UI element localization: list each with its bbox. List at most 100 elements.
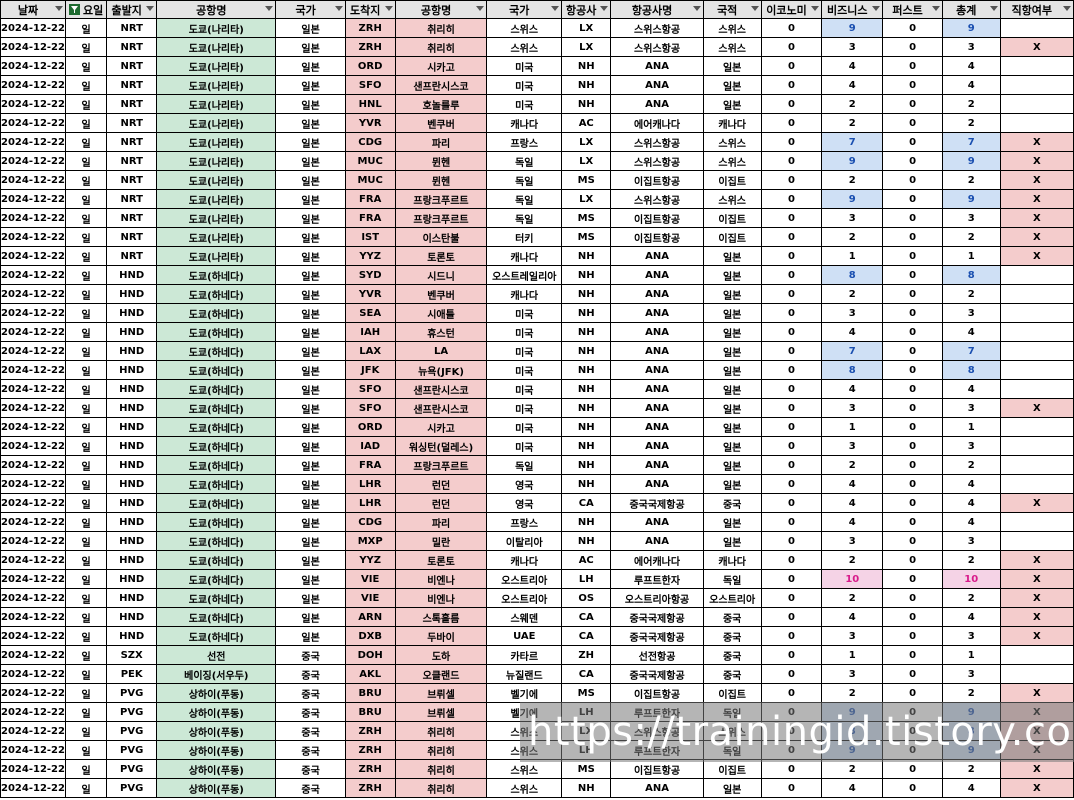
cell-total[interactable]: 2 xyxy=(941,170,1001,190)
cell-airline-name[interactable]: 스위스항공 xyxy=(610,132,704,152)
cell-nationality[interactable]: 중국 xyxy=(702,645,762,665)
cell-business[interactable]: 4 xyxy=(821,56,884,76)
cell-economy[interactable]: 0 xyxy=(760,455,823,475)
cell-airline[interactable]: LX xyxy=(561,189,612,209)
cell-airline-name[interactable]: 선전항공 xyxy=(610,645,704,665)
cell-departure[interactable]: NRT xyxy=(106,170,158,190)
cell-departure[interactable]: HND xyxy=(106,341,158,361)
cell-departure-airport-name[interactable]: 도쿄(나리타) xyxy=(156,170,277,190)
cell-departure-country[interactable]: 일본 xyxy=(275,37,346,57)
cell-arrival-airport-name[interactable]: 취리히 xyxy=(394,721,488,741)
cell-economy[interactable]: 0 xyxy=(760,550,823,570)
col-header-airline-name[interactable]: 항공사명 xyxy=(610,0,704,19)
cell-airline[interactable]: NH xyxy=(561,512,612,532)
cell-total[interactable]: 2 xyxy=(941,227,1001,247)
cell-dow[interactable]: 일 xyxy=(64,493,108,513)
cell-nationality[interactable]: 스위스 xyxy=(702,189,762,209)
cell-airline-name[interactable]: 중국국제항공 xyxy=(610,664,704,684)
cell-first[interactable]: 0 xyxy=(882,607,943,627)
cell-nationality[interactable]: 이집트 xyxy=(702,759,762,779)
cell-departure[interactable]: PVG xyxy=(106,683,158,703)
cell-departure-airport-name[interactable]: 도쿄(하네다) xyxy=(156,493,277,513)
cell-arrival[interactable]: BRU xyxy=(344,683,396,703)
filter-dropdown-icon[interactable] xyxy=(872,5,881,13)
cell-dow[interactable]: 일 xyxy=(64,284,108,304)
cell-nationality[interactable]: 스위스 xyxy=(702,151,762,171)
cell-departure-country[interactable]: 일본 xyxy=(275,550,346,570)
cell-arrival[interactable]: CDG xyxy=(344,512,396,532)
cell-departure-country[interactable]: 일본 xyxy=(275,94,346,114)
cell-arrival-country[interactable]: 미국 xyxy=(486,341,563,361)
cell-departure-country[interactable]: 일본 xyxy=(275,56,346,76)
cell-arrival[interactable]: YVR xyxy=(344,113,396,133)
col-header-business[interactable]: 비즈니스 xyxy=(821,0,884,19)
cell-dow[interactable]: 일 xyxy=(64,246,108,266)
cell-airline[interactable]: NH xyxy=(561,455,612,475)
cell-date[interactable]: 2024-12-22 xyxy=(0,284,66,304)
cell-economy[interactable]: 0 xyxy=(760,208,823,228)
cell-date[interactable]: 2024-12-22 xyxy=(0,208,66,228)
cell-departure-airport-name[interactable]: 도쿄(나리타) xyxy=(156,208,277,228)
cell-economy[interactable]: 0 xyxy=(760,778,823,798)
cell-arrival-country[interactable]: 오스트리아 xyxy=(486,588,563,608)
cell-airline-name[interactable]: ANA xyxy=(610,379,704,399)
cell-direct[interactable]: X xyxy=(999,493,1074,513)
cell-arrival-airport-name[interactable]: 스톡홀름 xyxy=(394,607,488,627)
cell-departure-airport-name[interactable]: 도쿄(하네다) xyxy=(156,512,277,532)
cell-arrival[interactable]: MUC xyxy=(344,151,396,171)
cell-economy[interactable]: 0 xyxy=(760,75,823,95)
cell-direct[interactable]: X xyxy=(999,778,1074,798)
cell-first[interactable]: 0 xyxy=(882,18,943,38)
cell-arrival[interactable]: IST xyxy=(344,227,396,247)
cell-economy[interactable]: 0 xyxy=(760,645,823,665)
cell-airline[interactable]: ZH xyxy=(561,645,612,665)
cell-dow[interactable]: 일 xyxy=(64,227,108,247)
cell-date[interactable]: 2024-12-22 xyxy=(0,303,66,323)
filter-dropdown-icon[interactable] xyxy=(334,5,343,13)
cell-date[interactable]: 2024-12-22 xyxy=(0,398,66,418)
cell-arrival-country[interactable]: 프랑스 xyxy=(486,132,563,152)
cell-nationality[interactable]: 일본 xyxy=(702,360,762,380)
cell-airline[interactable]: NH xyxy=(561,322,612,342)
cell-departure[interactable]: NRT xyxy=(106,208,158,228)
cell-arrival[interactable]: ZRH xyxy=(344,18,396,38)
cell-direct[interactable]: X xyxy=(999,227,1074,247)
cell-airline-name[interactable]: ANA xyxy=(610,778,704,798)
cell-business[interactable]: 3 xyxy=(821,664,884,684)
cell-departure-airport-name[interactable]: 도쿄(나리타) xyxy=(156,75,277,95)
cell-airline[interactable]: MS xyxy=(561,208,612,228)
cell-direct[interactable]: X xyxy=(999,246,1074,266)
cell-arrival[interactable]: LHR xyxy=(344,493,396,513)
cell-direct[interactable] xyxy=(999,664,1074,684)
cell-dow[interactable]: 일 xyxy=(64,208,108,228)
cell-airline-name[interactable]: ANA xyxy=(610,94,704,114)
cell-first[interactable]: 0 xyxy=(882,360,943,380)
cell-economy[interactable]: 0 xyxy=(760,607,823,627)
cell-nationality[interactable]: 일본 xyxy=(702,75,762,95)
cell-airline-name[interactable]: ANA xyxy=(610,322,704,342)
cell-departure-country[interactable]: 일본 xyxy=(275,417,346,437)
cell-arrival[interactable]: MUC xyxy=(344,170,396,190)
col-header-economy[interactable]: 이코노미 xyxy=(760,0,823,19)
cell-departure-country[interactable]: 일본 xyxy=(275,208,346,228)
cell-arrival-airport-name[interactable]: 파리 xyxy=(394,132,488,152)
cell-dow[interactable]: 일 xyxy=(64,322,108,342)
cell-economy[interactable]: 0 xyxy=(760,683,823,703)
cell-dow[interactable]: 일 xyxy=(64,702,108,722)
cell-dow[interactable]: 일 xyxy=(64,265,108,285)
cell-economy[interactable]: 0 xyxy=(760,417,823,437)
cell-arrival-country[interactable]: 터키 xyxy=(486,227,563,247)
cell-arrival-airport-name[interactable]: 런던 xyxy=(394,474,488,494)
cell-dow[interactable]: 일 xyxy=(64,664,108,684)
cell-airline-name[interactable]: 에어캐나다 xyxy=(610,550,704,570)
cell-business[interactable]: 3 xyxy=(821,37,884,57)
cell-arrival-airport-name[interactable]: 뮌헨 xyxy=(394,151,488,171)
cell-dow[interactable]: 일 xyxy=(64,189,108,209)
cell-direct[interactable] xyxy=(999,417,1074,437)
cell-date[interactable]: 2024-12-22 xyxy=(0,246,66,266)
cell-departure-country[interactable]: 일본 xyxy=(275,18,346,38)
cell-airline[interactable]: CA xyxy=(561,493,612,513)
cell-departure-airport-name[interactable]: 도쿄(하네다) xyxy=(156,303,277,323)
cell-dow[interactable]: 일 xyxy=(64,360,108,380)
cell-first[interactable]: 0 xyxy=(882,455,943,475)
